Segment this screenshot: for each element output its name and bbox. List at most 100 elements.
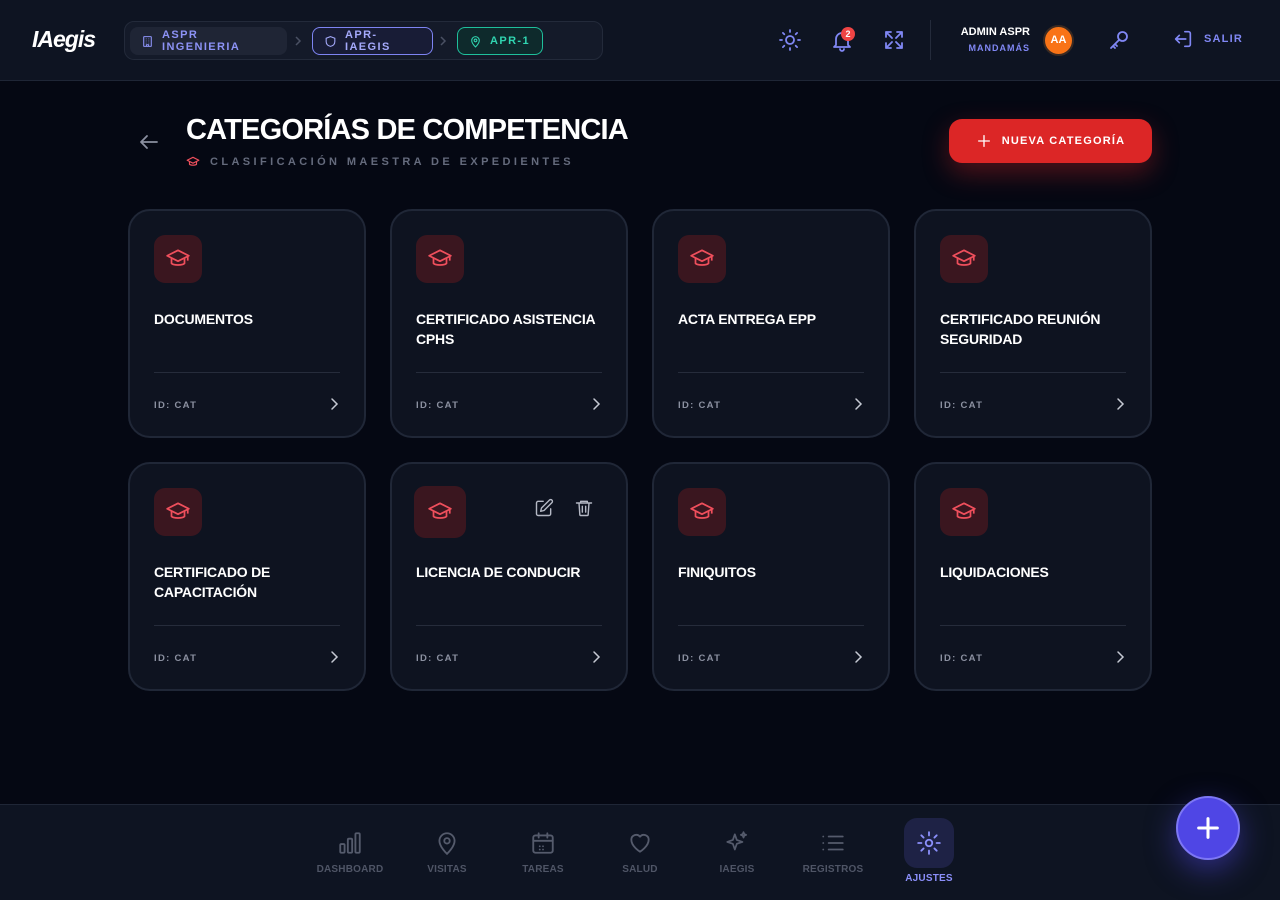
card-divider [416,625,602,626]
nav-label: SALUD [622,864,658,875]
top-bar: IAegis ASPR INGENIERIA APR-IAEGIS APR-1 … [0,0,1280,81]
user-name: ADMIN ASPR [960,26,1030,38]
card-divider [154,372,340,373]
heart-icon [630,834,650,853]
page-title: CATEGORÍAS DE COMPETENCIA [186,114,629,146]
floating-add-button[interactable] [1176,796,1240,860]
sparkles-icon [726,831,748,851]
category-id: ID: CAT [940,653,984,664]
graduation-cap-icon [166,502,190,519]
graduation-cap-icon [690,502,714,519]
nav-label: AJUSTES [905,873,953,884]
category-icon [678,235,726,283]
card-divider [154,625,340,626]
category-id: ID: CAT [940,400,984,411]
nav-label: TAREAS [522,864,564,875]
category-card[interactable]: DOCUMENTOS ID: CAT [128,209,366,438]
graduation-cap-icon [952,502,976,519]
category-title: CERTIFICADO ASISTENCIA CPHS [416,311,595,347]
category-card[interactable]: FINIQUITOS ID: CAT [652,462,890,691]
category-card[interactable]: CERTIFICADO REUNIÓN SEGURIDAD ID: CAT [914,209,1152,438]
page-subtitle-text: CLASIFICACIÓN MAESTRA DE EXPEDIENTES [210,156,575,168]
map-pin-icon [471,35,480,48]
edit-icon[interactable] [534,498,554,518]
card-divider [940,372,1126,373]
chevron-right-icon[interactable] [588,396,604,412]
nav-label: DASHBOARD [316,864,384,875]
breadcrumb-company[interactable]: ASPR INGENIERIA [130,27,287,55]
building-icon [143,35,152,47]
chevron-right-icon[interactable] [588,649,604,665]
trash-icon[interactable] [574,498,594,518]
chevron-right-icon [295,36,302,46]
nav-active-indicator [904,818,954,868]
nav-item-visitas[interactable]: VISITAS [407,830,487,875]
nav-item-tareas[interactable]: TAREAS [503,830,583,875]
category-icon [678,488,726,536]
nav-label: REGISTROS [802,864,864,875]
category-card[interactable]: ACTA ENTREGA EPP ID: CAT [652,209,890,438]
fullscreen-icon[interactable] [882,28,906,52]
category-id: ID: CAT [416,653,460,664]
breadcrumb-site[interactable]: APR-1 [457,27,543,55]
sun-icon[interactable] [778,28,802,52]
back-arrow-icon[interactable] [137,130,161,154]
category-card[interactable]: CERTIFICADO ASISTENCIA CPHS ID: CAT [390,209,628,438]
category-card[interactable]: CERTIFICADO DE CAPACITACIÓN ID: CAT [128,462,366,691]
nav-item-registros[interactable]: REGISTROS [793,830,873,875]
app-logo[interactable]: IAegis [32,26,96,53]
breadcrumb: ASPR INGENIERIA APR-IAEGIS APR-1 [124,21,603,60]
chevron-right-icon[interactable] [850,649,866,665]
nav-item-ajustes[interactable]: AJUSTES [889,818,969,884]
breadcrumb-site-label: APR-1 [490,35,531,47]
chevron-right-icon[interactable] [850,396,866,412]
breadcrumb-company-label: ASPR INGENIERIA [162,29,241,53]
bottom-navigation: DASHBOARD VISITAS TAREAS SALUD IAEGIS RE… [0,804,1280,900]
nav-item-salud[interactable]: SALUD [600,830,680,875]
graduation-cap-icon [952,249,976,266]
user-role: MANDAMÁS [968,43,1030,53]
category-id: ID: CAT [154,653,198,664]
graduation-cap-icon [428,502,452,519]
category-card[interactable]: LICENCIA DE CONDUCIR ID: CAT [390,462,628,691]
avatar[interactable]: AA [1043,25,1074,56]
card-divider [678,372,864,373]
new-category-button[interactable]: NUEVA CATEGORÍA [949,119,1152,163]
page-subtitle: CLASIFICACIÓN MAESTRA DE EXPEDIENTES [186,155,574,169]
chevron-right-icon[interactable] [326,649,342,665]
breadcrumb-project[interactable]: APR-IAEGIS [312,27,433,55]
nav-label: VISITAS [427,864,467,875]
notification-badge: 2 [841,27,855,41]
nav-item-iaegis[interactable]: IAEGIS [697,830,777,875]
category-icon [154,488,202,536]
nav-item-dashboard[interactable]: DASHBOARD [310,830,390,875]
category-id: ID: CAT [678,400,722,411]
category-id: ID: CAT [416,400,460,411]
category-title: LIQUIDACIONES [940,564,1049,580]
category-title: CERTIFICADO REUNIÓN SEGURIDAD [940,311,1101,347]
breadcrumb-project-label: APR-IAEGIS [345,29,391,53]
plus-icon [977,135,990,147]
category-title: CERTIFICADO DE CAPACITACIÓN [154,564,271,600]
nav-label: IAEGIS [719,864,755,875]
category-card[interactable]: LIQUIDACIONES ID: CAT [914,462,1152,691]
chevron-right-icon [440,36,447,46]
chevron-right-icon[interactable] [326,396,342,412]
category-icon [940,488,988,536]
list-icon [822,835,844,851]
card-divider [416,372,602,373]
card-actions [534,498,594,518]
logout-button[interactable]: SALIR [1172,28,1243,50]
key-icon[interactable] [1107,28,1131,52]
category-title: FINIQUITOS [678,564,756,580]
calendar-icon [532,832,554,854]
logout-label: SALIR [1204,33,1243,45]
header-divider [930,20,931,60]
category-icon [154,235,202,283]
category-id: ID: CAT [154,400,198,411]
category-icon [940,235,988,283]
chevron-right-icon[interactable] [1112,396,1128,412]
plus-icon [1197,817,1219,839]
chevron-right-icon[interactable] [1112,649,1128,665]
map-pin-icon [438,832,456,856]
